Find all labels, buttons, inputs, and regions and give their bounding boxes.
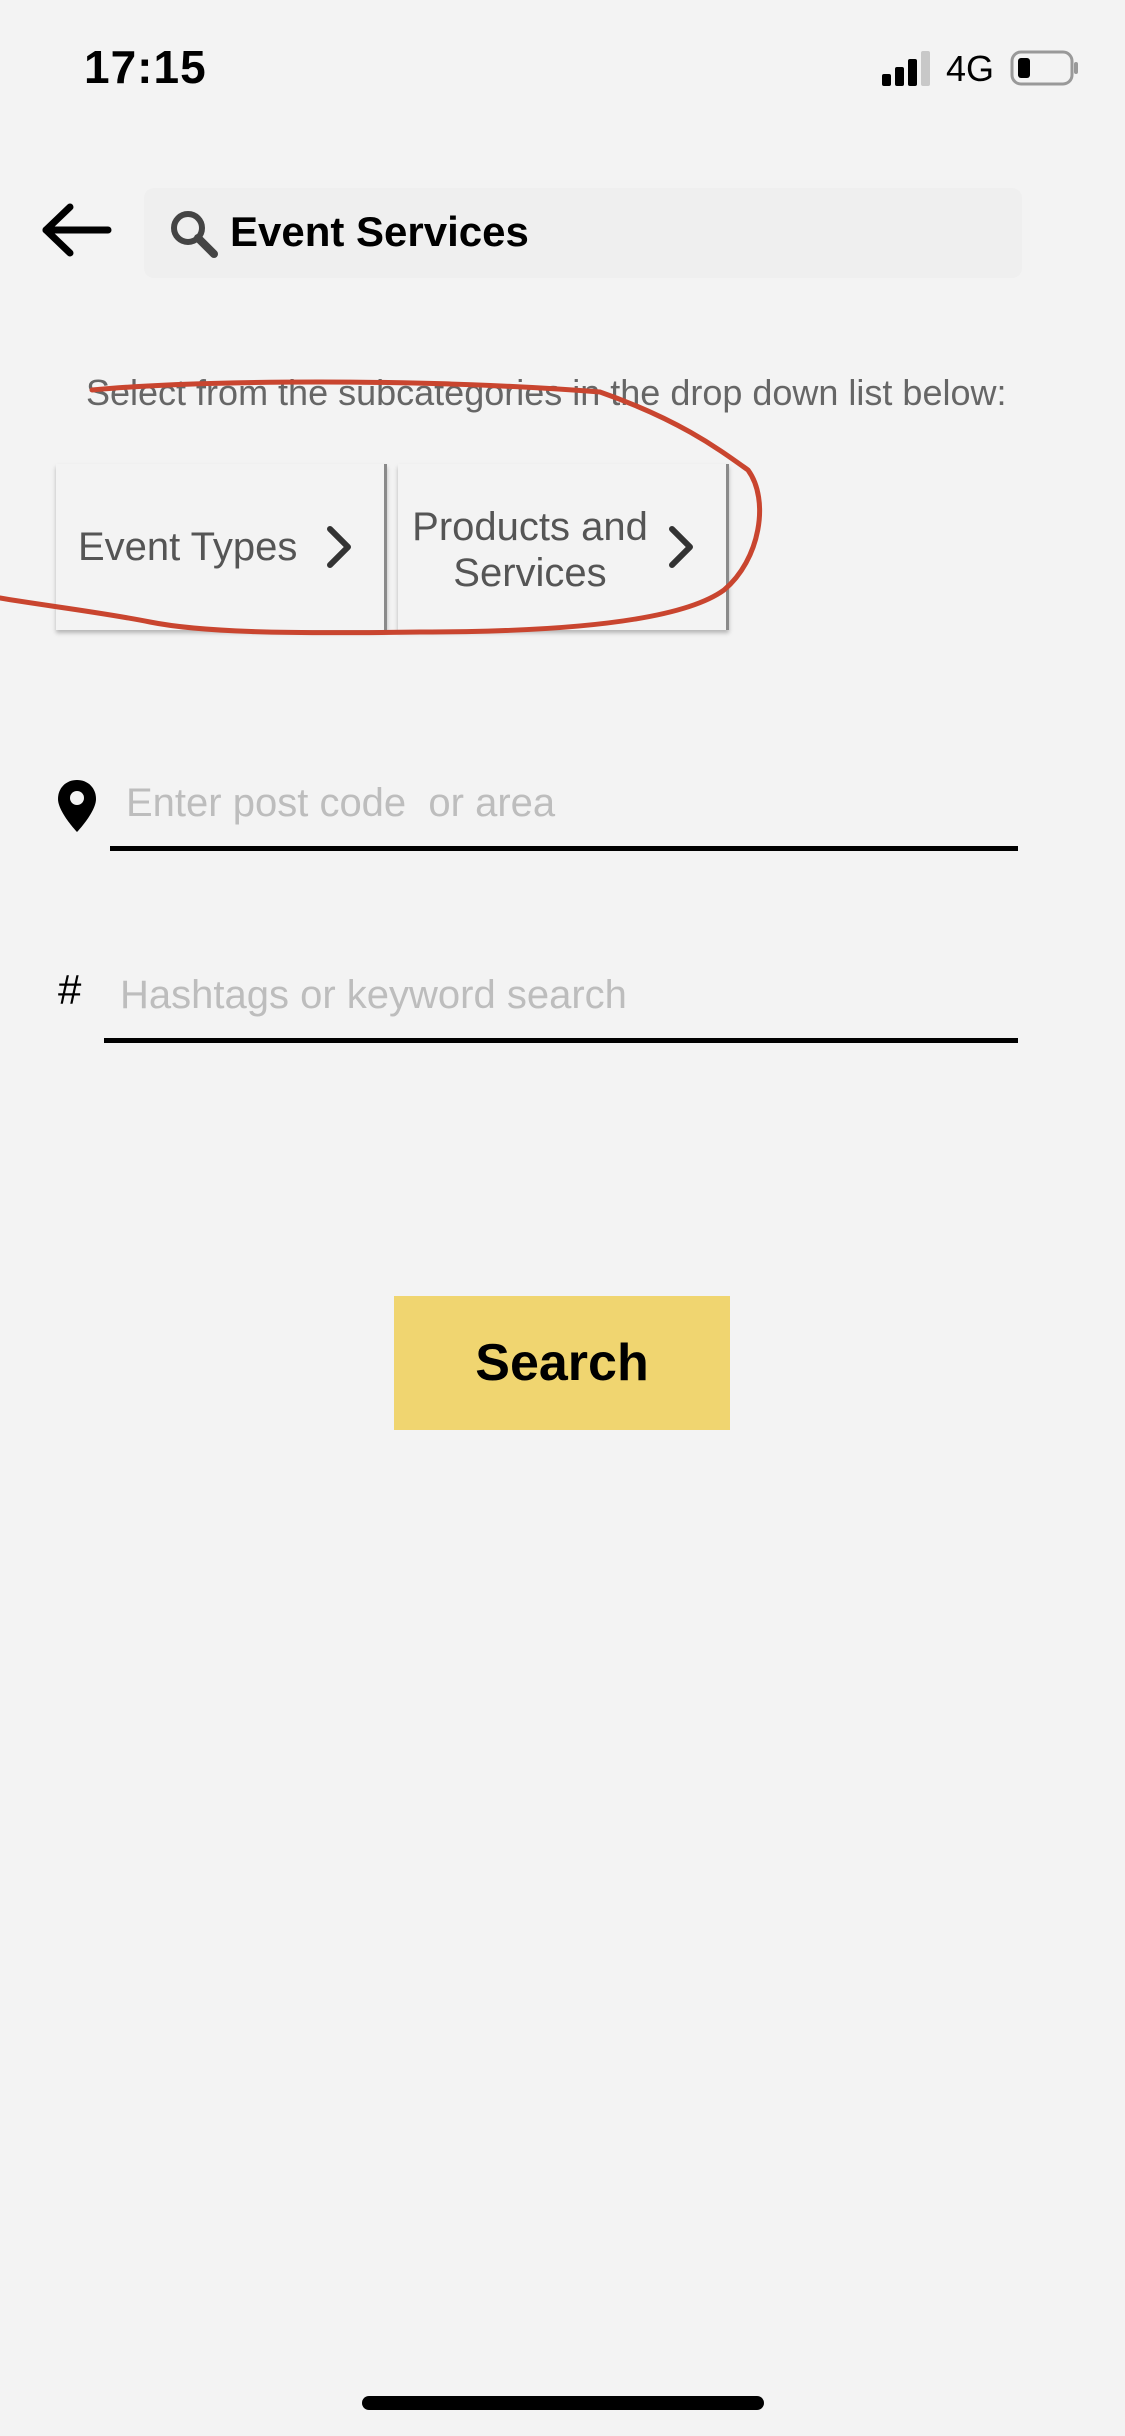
subcategory-label: Event Types (78, 525, 298, 569)
hashtag-icon: # (58, 966, 82, 1013)
chevron-right-icon (669, 526, 693, 568)
magnifier-icon (171, 211, 218, 258)
postcode-field-wrapper (110, 766, 1018, 851)
search-query: Event Services (230, 208, 529, 255)
battery-low-icon (1010, 50, 1078, 86)
back-button[interactable] (40, 195, 114, 265)
status-time: 17:15 (84, 41, 207, 93)
postcode-input[interactable] (110, 766, 1018, 840)
subcategory-label: Products and Services (412, 505, 648, 595)
keyword-field-wrapper (104, 958, 1018, 1043)
arrow-left-icon (42, 203, 112, 257)
home-indicator[interactable] (362, 2396, 764, 2410)
instruction-text: Select from the subcategories in the dro… (86, 372, 1007, 413)
cellular-signal-icon (882, 51, 930, 86)
search-bar[interactable]: Event Services (144, 188, 1022, 278)
map-pin-icon (58, 780, 96, 832)
keyword-search-input[interactable] (104, 958, 1018, 1032)
network-type: 4G (946, 48, 995, 89)
status-bar: 17:15 4G (0, 0, 1125, 140)
subcategory-event-types-button[interactable]: Event Types (56, 464, 387, 630)
chevron-right-icon (327, 526, 351, 568)
search-button[interactable]: Search (394, 1296, 730, 1430)
subcategory-products-services-button[interactable]: Products and Services (398, 464, 729, 630)
